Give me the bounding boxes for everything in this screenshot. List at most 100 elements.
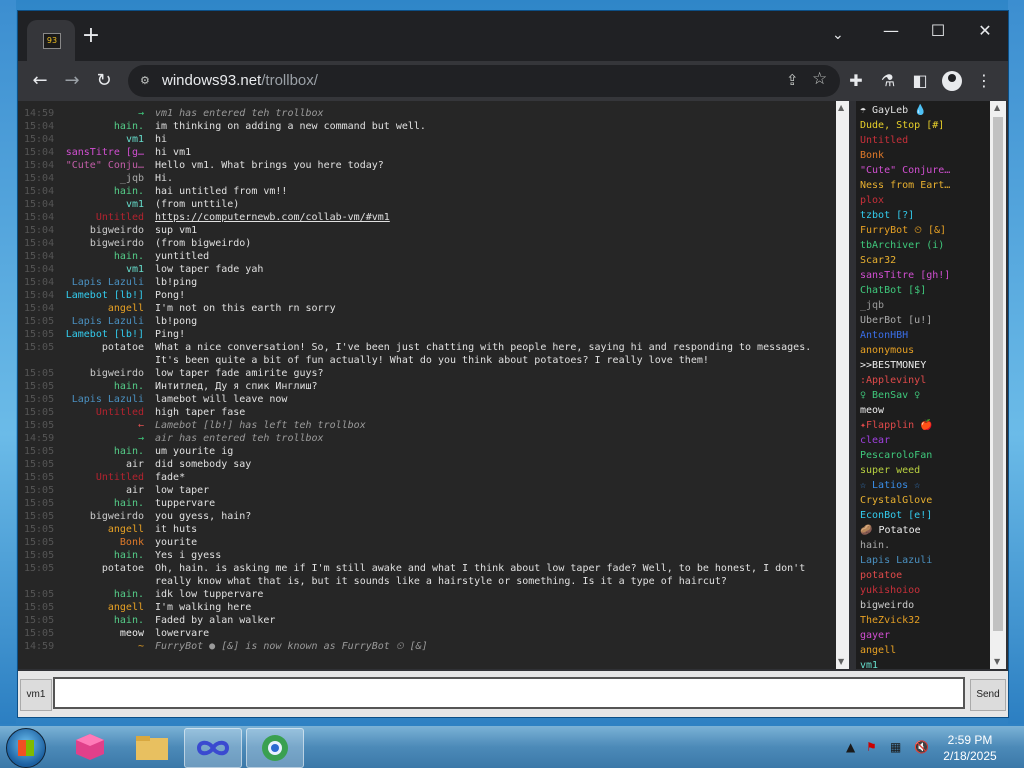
taskbar-app-1[interactable]: [62, 728, 118, 766]
user-list-item[interactable]: tbArchiver (i): [860, 238, 944, 253]
message-nick[interactable]: Lapis Lazuli: [72, 315, 144, 328]
scroll-up-arrow-icon[interactable]: ▲: [994, 103, 1000, 112]
network-icon[interactable]: ▦: [890, 740, 901, 754]
user-list-item[interactable]: ChatBot [$]: [860, 283, 926, 298]
message-nick[interactable]: vm1: [126, 198, 144, 211]
show-hidden-icons-icon[interactable]: ▲: [846, 740, 855, 754]
message-nick[interactable]: sansTitre [g…: [66, 146, 144, 159]
message-nick[interactable]: bigweirdo: [90, 510, 144, 523]
message-nick[interactable]: angell: [108, 523, 144, 536]
action-center-flag-icon[interactable]: ⚑: [866, 740, 877, 754]
message-nick[interactable]: air: [126, 484, 144, 497]
user-list-item[interactable]: Scar32: [860, 253, 896, 268]
user-list-item[interactable]: PescaroloFan: [860, 448, 932, 463]
user-list-item[interactable]: hain.: [860, 538, 890, 553]
user-list-item[interactable]: ☂ GayLeb 💧: [860, 103, 927, 118]
site-info-icon[interactable]: ⚙: [140, 74, 154, 88]
user-list-item[interactable]: angell: [860, 643, 896, 658]
user-list-item[interactable]: plox: [860, 193, 884, 208]
user-list-item[interactable]: Lapis Lazuli: [860, 553, 932, 568]
user-list-item[interactable]: >>BESTMONEY: [860, 358, 926, 373]
message-nick[interactable]: angell: [108, 302, 144, 315]
labs-flask-icon[interactable]: ⚗: [876, 69, 900, 93]
user-list-item[interactable]: FurryBot ⏲ [&]: [860, 223, 946, 238]
message-nick[interactable]: →: [138, 107, 144, 120]
message-nick[interactable]: →: [138, 432, 144, 445]
taskbar-app-3[interactable]: [184, 728, 242, 768]
tab-search-chevron-icon[interactable]: ⌄: [832, 27, 844, 43]
user-list-item[interactable]: sansTitre [gh!]: [860, 268, 950, 283]
user-list-item[interactable]: Ness from Eart…: [860, 178, 950, 193]
message-nick[interactable]: Bonk: [120, 536, 144, 549]
user-list-item[interactable]: UberBot [u!]: [860, 313, 932, 328]
user-list-item[interactable]: EconBot [e!]: [860, 508, 932, 523]
message-nick[interactable]: ←: [138, 419, 144, 432]
user-list-item[interactable]: ✦Flapplin 🍎: [860, 418, 933, 433]
message-nick[interactable]: hain.: [114, 185, 144, 198]
user-list-item[interactable]: ♀ BenSav ♀: [860, 388, 920, 403]
url-text[interactable]: windows93.net/trollbox/: [162, 72, 318, 89]
message-nick[interactable]: hain.: [114, 445, 144, 458]
close-button[interactable]: ✕: [962, 17, 1008, 45]
message-nick[interactable]: Untitled: [96, 471, 144, 484]
user-list-item[interactable]: gayer: [860, 628, 890, 643]
message-nick[interactable]: hain.: [114, 120, 144, 133]
taskbar-browser[interactable]: [246, 728, 304, 768]
message-nick[interactable]: "Cute" Conju…: [66, 159, 144, 172]
address-bar[interactable]: ⚙ windows93.net/trollbox/ ⇪ ☆: [128, 65, 840, 97]
scroll-up-arrow-icon[interactable]: ▲: [838, 103, 844, 112]
message-nick[interactable]: Lamebot [lb!]: [66, 289, 144, 302]
user-list-item[interactable]: :Applevinyl: [860, 373, 926, 388]
message-input[interactable]: [53, 677, 965, 709]
user-list-item[interactable]: Untitled: [860, 133, 908, 148]
new-tab-button[interactable]: +: [80, 25, 102, 47]
message-nick[interactable]: hain.: [114, 250, 144, 263]
message-nick[interactable]: angell: [108, 601, 144, 614]
extensions-puzzle-icon[interactable]: ✚: [844, 69, 868, 93]
chat-scrollbar[interactable]: ▲ ▼: [836, 101, 849, 669]
forward-button[interactable]: →: [60, 69, 84, 93]
user-list-item[interactable]: potatoe: [860, 568, 902, 583]
user-list-item[interactable]: TheZvick32: [860, 613, 920, 628]
message-nick[interactable]: air: [126, 458, 144, 471]
message-nick[interactable]: vm1: [126, 263, 144, 276]
user-list-item[interactable]: "Cute" Conjure…: [860, 163, 950, 178]
message-nick[interactable]: hain.: [114, 380, 144, 393]
user-list-item[interactable]: 🥔 Potatoe: [860, 523, 921, 538]
message-nick[interactable]: vm1: [126, 133, 144, 146]
user-list-item[interactable]: bigweirdo: [860, 598, 914, 613]
message-nick[interactable]: meow: [120, 627, 144, 640]
user-list-item[interactable]: anonymous: [860, 343, 914, 358]
scroll-down-arrow-icon[interactable]: ▼: [994, 657, 1000, 666]
user-list-item[interactable]: _jqb: [860, 298, 884, 313]
message-link[interactable]: https://computernewb.com/collab-vm/#vm1: [155, 212, 390, 223]
message-nick[interactable]: bigweirdo: [90, 237, 144, 250]
user-list-item[interactable]: meow: [860, 403, 884, 418]
message-nick[interactable]: potatoe: [102, 341, 144, 354]
side-panel-icon[interactable]: ◧: [908, 69, 932, 93]
menu-kebab-icon[interactable]: ⋮: [972, 69, 996, 93]
message-nick[interactable]: Untitled: [96, 211, 144, 224]
message-nick[interactable]: Lapis Lazuli: [72, 393, 144, 406]
message-nick[interactable]: bigweirdo: [90, 367, 144, 380]
message-nick[interactable]: hain.: [114, 497, 144, 510]
message-text[interactable]: https://computernewb.com/collab-vm/#vm1: [155, 211, 390, 224]
user-list-item[interactable]: CrystalGlove: [860, 493, 932, 508]
user-list-item[interactable]: clear: [860, 433, 890, 448]
user-list-item[interactable]: yukishoioo: [860, 583, 920, 598]
message-nick[interactable]: potatoe: [102, 562, 144, 575]
user-list-item[interactable]: ☆ Latios ☆: [860, 478, 920, 493]
message-nick[interactable]: ~: [138, 640, 144, 653]
send-button[interactable]: Send: [970, 679, 1006, 711]
taskbar-explorer[interactable]: [124, 728, 180, 766]
nickname-button[interactable]: vm1: [20, 679, 52, 711]
system-clock[interactable]: 2:59 PM 2/18/2025: [938, 732, 1002, 764]
user-list-item[interactable]: super weed: [860, 463, 920, 478]
user-list-item[interactable]: Bonk: [860, 148, 884, 163]
profile-avatar[interactable]: [942, 71, 962, 91]
share-icon[interactable]: ⇪: [786, 71, 799, 89]
maximize-button[interactable]: ☐: [915, 17, 961, 45]
start-button[interactable]: [6, 728, 46, 768]
message-nick[interactable]: hain.: [114, 614, 144, 627]
bookmark-star-icon[interactable]: ☆: [812, 69, 827, 89]
